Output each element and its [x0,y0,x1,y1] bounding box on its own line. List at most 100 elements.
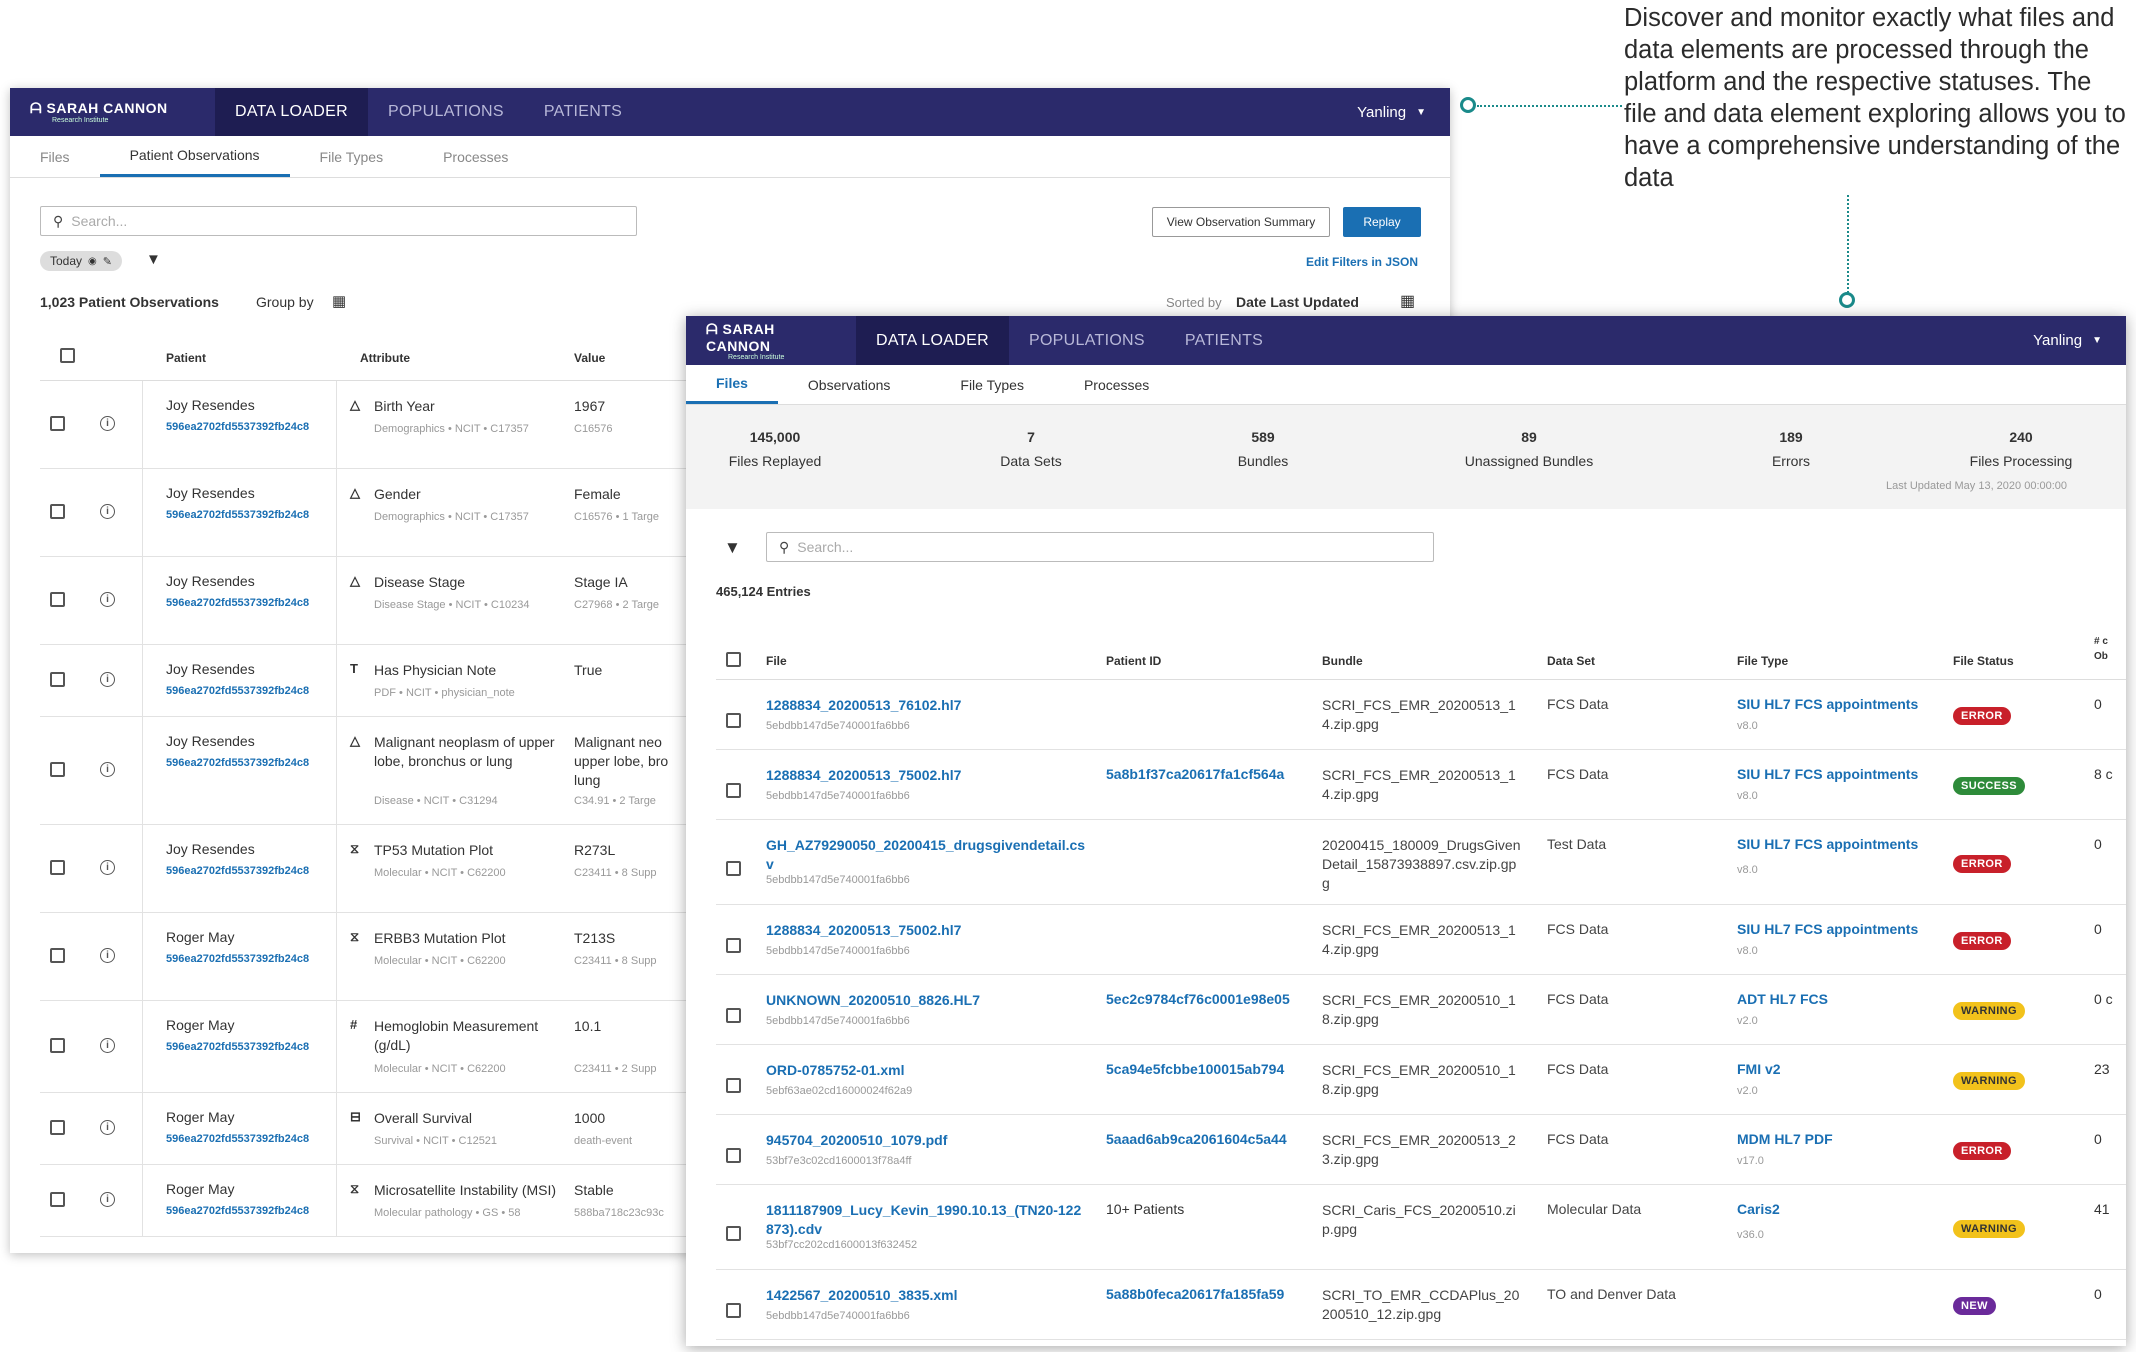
brand-logo[interactable]: ᗩ SARAH CANNON Research Institute [686,316,856,365]
file-type-link[interactable]: SIU HL7 FCS appointments [1737,836,1918,852]
filter-add-icon[interactable]: ▼ [146,251,161,268]
file-name-link[interactable]: GH_AZ79290050_20200415_drugsgivendetail.… [766,836,1086,874]
file-name-link[interactable]: 945704_20200510_1079.pdf [766,1131,1086,1150]
file-type-link[interactable]: MDM HL7 PDF [1737,1131,1833,1147]
row-checkbox[interactable] [726,783,741,798]
calendar-icon[interactable]: ▦ [1400,291,1415,311]
table-row[interactable]: ORD-0785752-01.xml 5ebf63ae02cd16000024f6… [716,1045,2126,1115]
table-row[interactable]: GH_AZ79290050_20200415_drugsgivendetail.… [716,820,2126,905]
sorted-by-value[interactable]: Date Last Updated [1236,294,1359,310]
info-icon[interactable]: i [100,592,115,607]
info-icon[interactable]: i [100,762,115,777]
edit-filters-link[interactable]: Edit Filters in JSON [1306,255,1418,269]
info-icon[interactable]: i [100,416,115,431]
patient-id-link[interactable]: 596ea2702fd5537392fb24c8 [166,1133,309,1145]
user-menu[interactable]: Yanling ▼ [2033,316,2126,365]
table-row[interactable]: 1288834_20200513_75002.hl7 5ebdbb147d5e74… [716,905,2126,975]
row-checkbox[interactable] [726,1148,741,1163]
row-checkbox[interactable] [726,860,741,876]
patient-id-link[interactable]: 5a88b0feca20617fa185fa59 [1106,1286,1284,1302]
patient-id-link[interactable]: 596ea2702fd5537392fb24c8 [166,685,309,697]
file-name-link[interactable]: 1288834_20200513_75002.hl7 [766,766,1086,785]
filter-chip[interactable]: Today ◉ ✎ [40,251,122,271]
patient-id-link[interactable]: 596ea2702fd5537392fb24c8 [166,597,309,609]
patient-id-link[interactable]: 596ea2702fd5537392fb24c8 [166,1205,309,1217]
patient-id-link[interactable]: 5aaad6ab9ca2061604c5a44 [1106,1131,1287,1147]
replay-button[interactable]: Replay [1343,207,1421,237]
row-checkbox[interactable] [50,672,65,687]
info-icon[interactable]: i [100,504,115,519]
tab-file-types[interactable]: File Types [920,365,1054,404]
file-type-link[interactable]: Caris2 [1737,1201,1780,1217]
patient-id-link[interactable]: 596ea2702fd5537392fb24c8 [166,421,309,433]
info-icon[interactable]: i [100,1192,115,1207]
file-name-link[interactable]: UNKNOWN_20200510_8826.HL7 [766,991,1086,1010]
patient-id-link[interactable]: 5a8b1f37ca20617fa1cf564a [1106,766,1284,782]
file-name-link[interactable]: 1422567_20200510_3835.xml [766,1286,1086,1305]
table-row[interactable]: 1811187909_Lucy_Kevin_1990.10.13_(TN20-1… [716,1185,2126,1270]
file-type-link[interactable]: SIU HL7 FCS appointments [1737,766,1918,782]
nav-patients[interactable]: PATIENTS [1165,316,1283,365]
row-checkbox[interactable] [50,1192,65,1207]
nav-populations[interactable]: POPULATIONS [1009,316,1165,365]
row-checkbox[interactable] [50,1120,65,1135]
tab-patient-observations[interactable]: Patient Observations [99,136,290,177]
row-checkbox[interactable] [726,1225,741,1241]
tab-files[interactable]: Files [10,136,100,177]
file-name-link[interactable]: 1811187909_Lucy_Kevin_1990.10.13_(TN20-1… [766,1201,1086,1239]
file-name-link[interactable]: 1288834_20200513_75002.hl7 [766,921,1086,940]
row-checkbox[interactable] [50,948,65,963]
tab-file-types[interactable]: File Types [290,136,414,177]
table-row[interactable]: 945704_20200510_1079.pdf 53bf7e3c02cd1600… [716,1115,2126,1185]
info-icon[interactable]: i [100,948,115,963]
nav-data-loader[interactable]: DATA LOADER [856,316,1009,365]
info-icon[interactable]: i [100,1120,115,1135]
select-all-checkbox[interactable] [60,348,75,363]
file-type-link[interactable]: FMI v2 [1737,1061,1781,1077]
nav-populations[interactable]: POPULATIONS [368,88,524,136]
user-menu[interactable]: Yanling ▼ [1357,88,1450,136]
row-checkbox[interactable] [50,1038,65,1053]
patient-id-link[interactable]: 5ca94e5fcbbe100015ab794 [1106,1061,1284,1077]
info-icon[interactable]: i [100,672,115,687]
tab-files[interactable]: Files [686,365,778,404]
nav-patients[interactable]: PATIENTS [524,88,642,136]
search-input[interactable]: ⚲ Search... [40,206,637,236]
patient-id-link[interactable]: 596ea2702fd5537392fb24c8 [166,757,309,769]
tab-observations[interactable]: Observations [778,365,920,404]
row-checkbox[interactable] [726,1008,741,1023]
row-checkbox[interactable] [50,762,65,777]
info-icon[interactable]: i [100,1038,115,1053]
nav-data-loader[interactable]: DATA LOADER [215,88,368,136]
row-checkbox[interactable] [726,1303,741,1318]
group-by-icon[interactable]: ▦ [332,292,346,310]
file-name-link[interactable]: 1288834_20200513_76102.hl7 [766,696,1086,715]
patient-id-link[interactable]: 596ea2702fd5537392fb24c8 [166,865,309,877]
patient-id-link[interactable]: 10+ Patients [1106,1201,1184,1217]
row-checkbox[interactable] [726,713,741,728]
table-row[interactable]: 1288834_20200513_76102.hl7 5ebdbb147d5e74… [716,680,2126,750]
pencil-icon[interactable]: ✎ [103,255,112,268]
file-type-link[interactable]: SIU HL7 FCS appointments [1737,921,1918,937]
file-type-link[interactable]: ADT HL7 FCS [1737,991,1828,1007]
row-checkbox[interactable] [50,416,65,431]
tab-processes[interactable]: Processes [1054,365,1179,404]
row-checkbox[interactable] [50,592,65,607]
patient-id-link[interactable]: 596ea2702fd5537392fb24c8 [166,509,309,521]
row-checkbox[interactable] [50,860,65,875]
row-checkbox[interactable] [726,938,741,953]
row-checkbox[interactable] [50,504,65,519]
table-row[interactable]: UNKNOWN_20200510_8826.HL7 5ebdbb147d5e740… [716,975,2126,1045]
filter-icon[interactable]: ▼ [724,538,741,558]
table-row[interactable]: 1288834_20200513_75002.hl7 5ebdbb147d5e74… [716,750,2126,820]
info-icon[interactable]: i [100,860,115,875]
file-type-link[interactable]: SIU HL7 FCS appointments [1737,696,1918,712]
search-input[interactable]: ⚲ Search... [766,532,1434,562]
patient-id-link[interactable]: 596ea2702fd5537392fb24c8 [166,1041,309,1053]
table-row[interactable]: 1422567_20200510_3835.xml 5ebdbb147d5e740… [716,1270,2126,1340]
row-checkbox[interactable] [726,1078,741,1093]
view-observation-summary-button[interactable]: View Observation Summary [1152,207,1330,237]
patient-id-link[interactable]: 5ec2c9784cf76c0001e98e05 [1106,991,1290,1007]
select-all-checkbox[interactable] [726,652,741,667]
file-name-link[interactable]: ORD-0785752-01.xml [766,1061,1086,1080]
